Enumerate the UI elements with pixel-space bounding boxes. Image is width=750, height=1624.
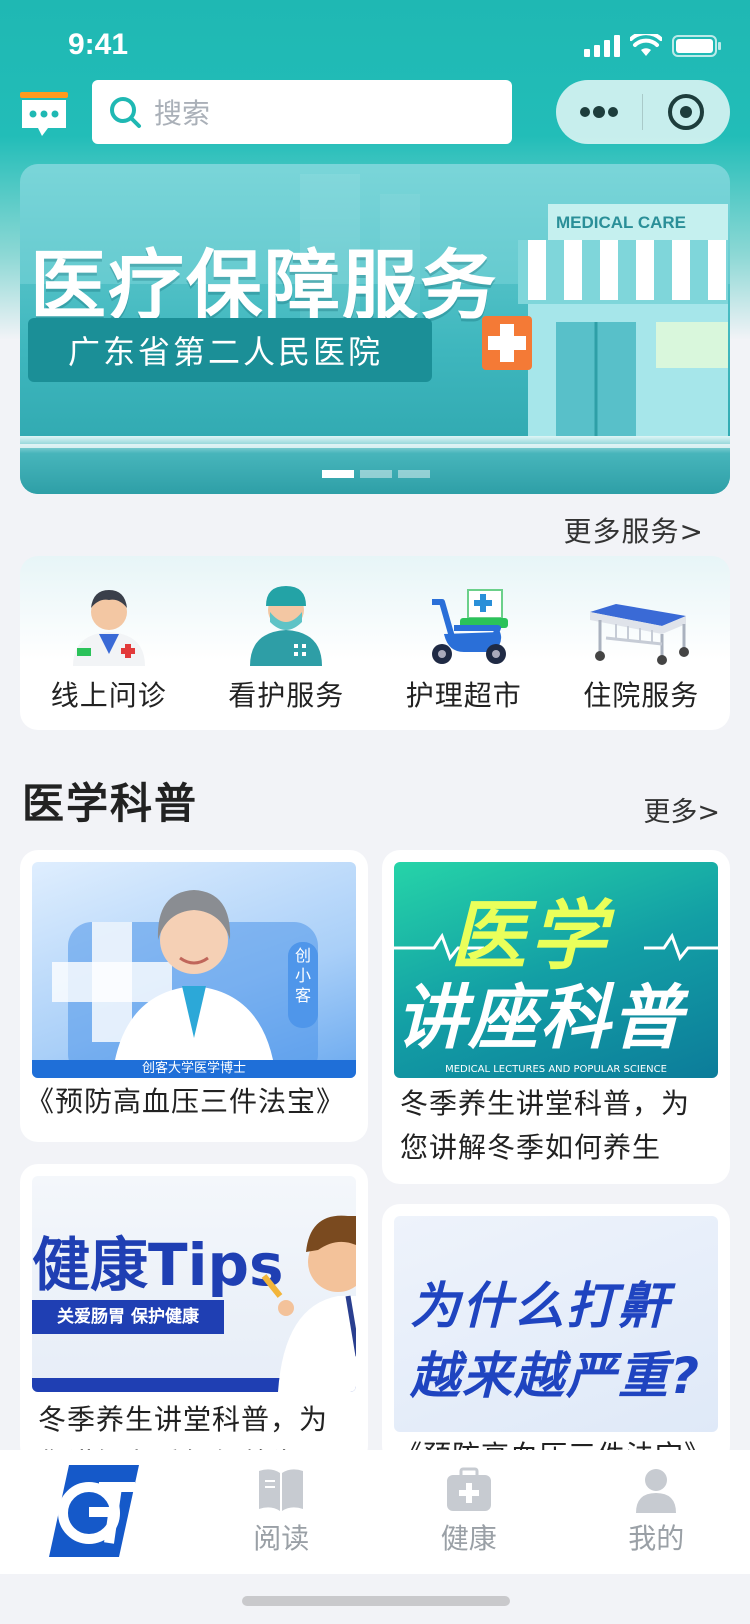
- banner-pagination: [322, 470, 430, 478]
- article-card[interactable]: 创小客 创客大学医学博士 《预防高血压三件法宝》: [20, 850, 368, 1142]
- service-online-consult[interactable]: 线上问诊: [34, 580, 184, 730]
- tab-home[interactable]: [0, 1450, 188, 1574]
- user-icon: [636, 1469, 677, 1513]
- service-nursing[interactable]: 看护服务: [211, 580, 361, 730]
- tab-read[interactable]: 阅读: [188, 1450, 376, 1574]
- thumbnail-footer: 创客大学医学博士: [32, 1060, 356, 1078]
- banner-dot-3[interactable]: [398, 470, 430, 478]
- pharmacy-store-illustration: MEDICAL CARE: [482, 204, 728, 444]
- banner-subtitle: 广东省第二人民医院: [28, 318, 432, 382]
- promo-banner[interactable]: 医疗保障服务 广东省第二人民医院 MEDICAL CARE: [20, 164, 730, 494]
- home-indicator: [242, 1596, 510, 1606]
- message-icon[interactable]: [20, 92, 68, 136]
- service-label: 线上问诊: [50, 679, 167, 712]
- article-card[interactable]: 为什么打鼾 越来越严重? 《预防高血压三件法宝》: [382, 1204, 730, 1464]
- banner-floor-line: [20, 444, 730, 448]
- service-care-market[interactable]: 护理超市: [389, 580, 539, 730]
- thumbnail-headline-2: 讲座科普: [396, 977, 684, 1059]
- tab-label: 我的: [628, 1522, 685, 1555]
- hospital-bed-icon: [586, 580, 696, 666]
- search-icon: [110, 97, 141, 128]
- article-caption: 冬季养生讲堂科普，为您讲解冬季如何养生: [400, 1087, 691, 1164]
- store-sign-text: MEDICAL CARE: [556, 213, 686, 232]
- miniprogram-capsule: [556, 80, 730, 144]
- target-close-icon: [668, 94, 704, 130]
- status-time: 9:41: [68, 28, 129, 61]
- service-inpatient[interactable]: 住院服务: [566, 580, 716, 730]
- more-dots-icon: [580, 106, 618, 118]
- service-label: 护理超市: [405, 679, 522, 712]
- article-thumbnail: 创小客 创客大学医学博士: [32, 862, 356, 1078]
- search-placeholder: 搜索: [154, 97, 211, 130]
- article-card[interactable]: 健康Tips 关爱肠胃 保护健康 冬季养生讲堂科普，为您讲解冬季如何养生: [20, 1164, 368, 1464]
- thumbnail-tag: 关爱肠胃 保护健康: [32, 1300, 224, 1334]
- book-icon: [259, 1469, 304, 1511]
- medical-kit-icon: [446, 1467, 491, 1511]
- nurse-icon: [231, 580, 341, 666]
- thumbnail-headline-2: 越来越严重?: [410, 1347, 702, 1405]
- tab-mine[interactable]: 我的: [563, 1450, 750, 1574]
- battery-icon: [672, 35, 721, 57]
- status-icons: [584, 34, 722, 58]
- article-thumbnail: 为什么打鼾 越来越严重?: [394, 1216, 718, 1432]
- signal-icon: [584, 35, 620, 57]
- banner-dot-1[interactable]: [322, 470, 354, 478]
- brand-logo: [48, 1465, 139, 1557]
- status-bar: 9:41: [0, 0, 750, 88]
- doctor-icon: [54, 580, 164, 666]
- thumbnail-badge: 创小客: [294, 946, 311, 1005]
- thumbnail-footer: MEDICAL LECTURES AND POPULAR SCIENCE: [445, 1064, 667, 1075]
- service-grid: 线上问诊 看护服务 护理超市 住院服务: [20, 556, 730, 730]
- close-miniprogram-button[interactable]: [643, 80, 729, 144]
- service-label: 看护服务: [228, 679, 345, 712]
- article-thumbnail: 健康Tips 关爱肠胃 保护健康: [32, 1176, 356, 1392]
- tab-label: 阅读: [253, 1522, 310, 1555]
- banner-dot-2[interactable]: [360, 470, 392, 478]
- article-thumbnail: 医学 讲座科普 MEDICAL LECTURES AND POPULAR SCI…: [394, 862, 718, 1078]
- search-input[interactable]: 搜索: [92, 80, 512, 144]
- thumbnail-headline: 健康Tips: [32, 1231, 284, 1299]
- more-services-link[interactable]: 更多服务>: [564, 510, 704, 550]
- article-card[interactable]: 医学 讲座科普 MEDICAL LECTURES AND POPULAR SCI…: [382, 850, 730, 1184]
- tab-label: 健康: [440, 1522, 497, 1555]
- more-menu-button[interactable]: [556, 80, 642, 144]
- doctor-cartoon-illustration: [261, 1215, 356, 1392]
- service-label: 住院服务: [583, 679, 700, 712]
- delivery-scooter-icon: [409, 580, 519, 666]
- article-caption: 《预防高血压三件法宝》: [26, 1085, 346, 1118]
- wifi-icon: [630, 34, 662, 56]
- bottom-tab-bar: 阅读 健康 我的: [0, 1450, 750, 1574]
- section-title: 医学科普: [22, 779, 199, 828]
- section-more-link[interactable]: 更多>: [643, 790, 720, 829]
- thumbnail-headline-1: 为什么打鼾: [410, 1277, 670, 1335]
- tab-health[interactable]: 健康: [375, 1450, 563, 1574]
